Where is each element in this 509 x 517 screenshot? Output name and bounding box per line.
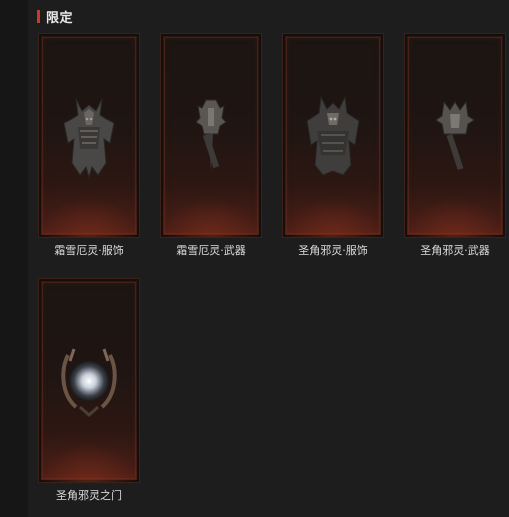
horned-demon-armor-icon [283,34,383,237]
item-label: 圣角邪灵·武器 [420,244,490,257]
item-label: 圣角邪灵·服饰 [298,244,368,257]
left-rail [0,0,28,517]
item-card-frame[interactable] [282,33,384,238]
item-label: 霜雪厄灵·服饰 [54,244,124,257]
frost-demon-armor-icon [39,34,139,237]
section-header: 限定 [37,8,74,26]
item-card[interactable]: 圣角邪灵·武器 [404,33,506,258]
horned-demon-weapon-icon [405,34,505,237]
item-card-frame[interactable] [160,33,262,238]
item-card[interactable]: 圣角邪灵之门 [38,278,140,503]
item-card-frame[interactable] [38,278,140,483]
item-card-frame[interactable] [404,33,506,238]
item-card[interactable]: 霜雪厄灵·武器 [160,33,262,258]
item-card[interactable]: 霜雪厄灵·服饰 [38,33,140,258]
item-card[interactable]: 圣角邪灵·服饰 [282,33,384,258]
horned-demon-portal-icon [39,279,139,482]
item-label: 霜雪厄灵·武器 [176,244,246,257]
section-accent-bar [37,9,40,23]
item-card-frame[interactable] [38,33,140,238]
section-title: 限定 [46,10,74,26]
frost-demon-weapon-icon [161,34,261,237]
item-label: 圣角邪灵之门 [56,489,122,502]
